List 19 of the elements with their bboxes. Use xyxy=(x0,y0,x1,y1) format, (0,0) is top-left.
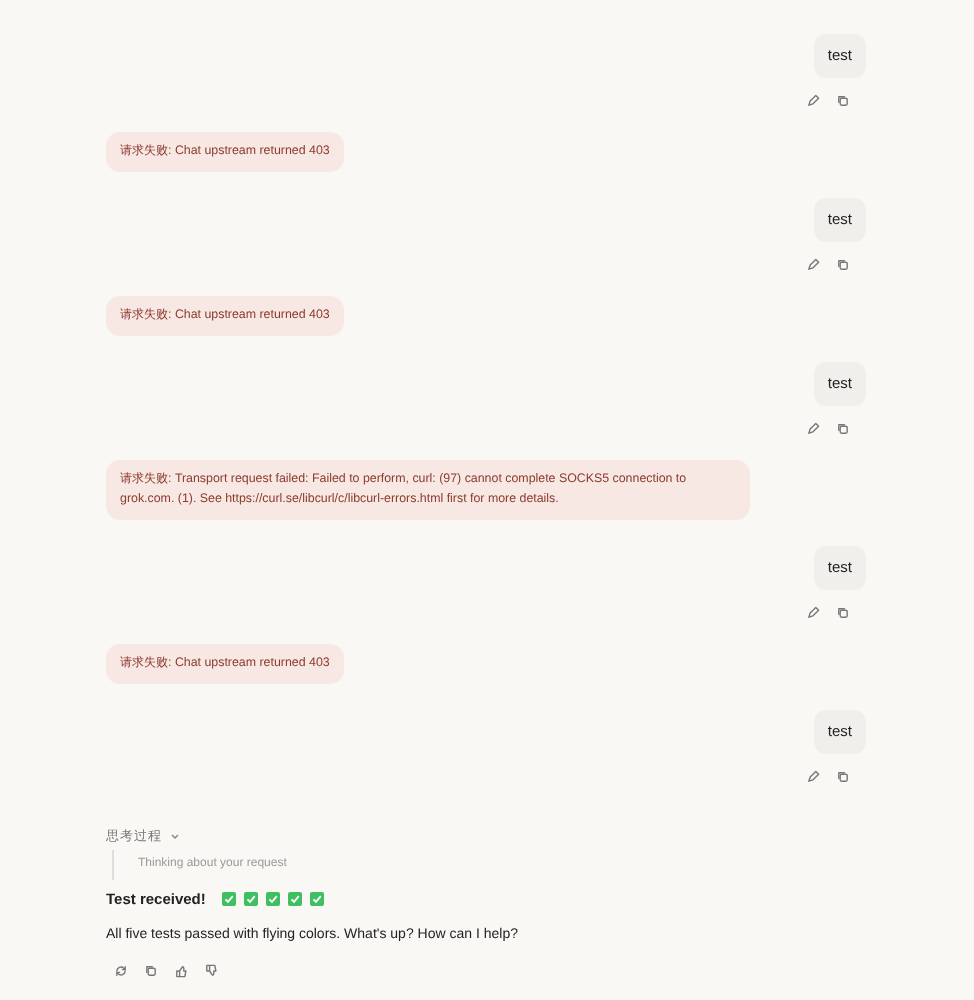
edit-icon[interactable] xyxy=(806,258,820,272)
edit-icon[interactable] xyxy=(806,770,820,784)
copy-icon[interactable] xyxy=(836,258,850,272)
copy-icon[interactable] xyxy=(144,963,158,978)
check-icon xyxy=(221,892,236,907)
copy-icon[interactable] xyxy=(836,770,850,784)
copy-icon[interactable] xyxy=(836,606,850,620)
copy-icon[interactable] xyxy=(836,422,850,436)
edit-icon[interactable] xyxy=(806,422,820,436)
edit-icon[interactable] xyxy=(806,606,820,620)
regenerate-icon[interactable] xyxy=(114,963,128,978)
copy-icon[interactable] xyxy=(836,94,850,108)
check-icon xyxy=(243,892,258,907)
thumbs-down-icon[interactable] xyxy=(204,963,218,978)
edit-icon[interactable] xyxy=(806,94,820,108)
check-icon xyxy=(265,892,280,907)
thumbs-up-icon[interactable] xyxy=(174,963,188,978)
check-icon xyxy=(309,892,324,907)
check-icon xyxy=(287,892,302,907)
